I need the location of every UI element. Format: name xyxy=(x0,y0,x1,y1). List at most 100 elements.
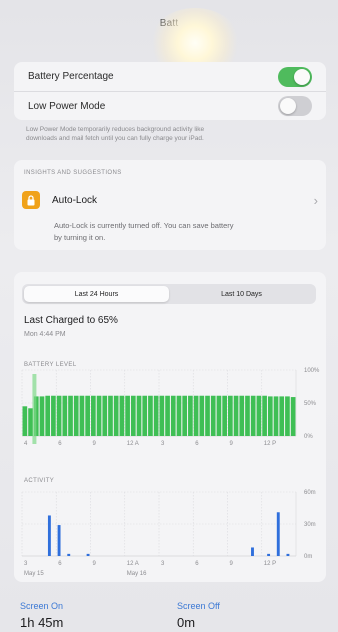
battery-level-bar xyxy=(165,395,170,436)
battery-level-bar xyxy=(125,395,130,436)
battery-level-bar xyxy=(108,395,113,436)
activity-bar xyxy=(267,553,271,556)
x-tick-label: 3 xyxy=(161,441,165,447)
battery-percentage-toggle[interactable] xyxy=(278,66,312,87)
battery-level-bar xyxy=(210,395,216,436)
activity-chart: 60m 30m 0m 3 6 9 12 A 3 6 9 12 P May 15 May 16 xyxy=(21,490,316,577)
battery-level-bar xyxy=(142,395,148,436)
toggle-knob xyxy=(280,98,296,114)
screen-off-value: 0m xyxy=(177,615,196,630)
x-tick-label: 12 P xyxy=(264,441,276,447)
y-tick-label: 50% xyxy=(304,401,317,407)
x-tick-label: 9 xyxy=(230,561,234,567)
battery-percentage-label: Battery Percentage xyxy=(28,71,114,82)
chevron-right-icon: › xyxy=(313,192,318,208)
battery-level-bar xyxy=(148,395,153,436)
battery-level-bar xyxy=(68,395,73,436)
battery-level-bar xyxy=(51,395,56,436)
activity-bar xyxy=(57,525,61,556)
insights-header: INSIGHTS AND SUGGESTIONS xyxy=(24,170,122,176)
battery-level-bar xyxy=(176,395,182,436)
battery-level-bar xyxy=(39,396,45,436)
tab-last-10-days[interactable]: Last 10 Days xyxy=(169,286,314,302)
battery-percentage-row[interactable]: Battery Percentage xyxy=(14,62,326,91)
autolock-row[interactable]: Auto-Lock › xyxy=(22,189,318,211)
battery-level-bar xyxy=(79,395,85,436)
last-charged-title: Last Charged to 65% xyxy=(24,315,118,326)
battery-settings-screen: Batt Battery Percentage Low Power Mode L… xyxy=(0,0,338,632)
x-tick-label: 6 xyxy=(58,561,62,567)
y-tick-label: 0m xyxy=(304,554,312,560)
battery-level-bar xyxy=(290,397,296,436)
battery-level-bar xyxy=(199,395,205,436)
battery-level-bar xyxy=(273,396,279,436)
x-tick-label: 12 P xyxy=(264,561,276,567)
low-power-mode-label: Low Power Mode xyxy=(28,100,106,112)
low-power-footnote: Low Power Mode temporarily reduces backg… xyxy=(26,125,316,143)
x-tick-label: 9 xyxy=(93,441,97,447)
activity-bar xyxy=(47,515,51,556)
battery-level-bar xyxy=(279,396,285,436)
battery-level-bar xyxy=(91,395,96,436)
x-tick-label: 6 xyxy=(195,441,199,447)
x-tick-label: 9 xyxy=(230,441,234,447)
y-tick-label: 30m xyxy=(304,522,316,528)
date-label: May 16 xyxy=(127,571,147,577)
battery-level-bar xyxy=(170,395,176,436)
time-range-segmented-control[interactable]: Last 24 Hours Last 10 Days xyxy=(22,284,316,304)
battery-level-bar xyxy=(205,395,210,436)
screen-off-label: Screen Off xyxy=(177,601,220,611)
battery-level-bar xyxy=(85,395,90,436)
autolock-label: Auto-Lock xyxy=(52,194,98,206)
battery-level-bar xyxy=(159,395,165,436)
battery-level-bar xyxy=(256,395,262,436)
low-power-note-line1: Low Power Mode temporarily reduces backg… xyxy=(26,126,205,133)
y-tick-label: 60m xyxy=(304,490,316,496)
low-power-note-line2: downloads and mail fetch until you can f… xyxy=(26,135,204,142)
battery-level-bar xyxy=(285,396,290,436)
x-tick-label: 12 A xyxy=(127,441,139,447)
activity-bar xyxy=(286,553,290,556)
low-power-mode-row[interactable]: Low Power Mode xyxy=(14,91,326,120)
insights-group: INSIGHTS AND SUGGESTIONS Auto-Lock › Aut… xyxy=(14,160,326,250)
battery-level-bar xyxy=(239,395,245,436)
charging-indicator-bar xyxy=(32,374,37,444)
battery-level-bar xyxy=(130,395,136,436)
battery-level-bar xyxy=(153,395,159,436)
x-tick-label: 12 A xyxy=(127,561,139,567)
battery-level-bar xyxy=(182,395,188,436)
tab-last-24-hours[interactable]: Last 24 Hours xyxy=(24,286,169,302)
y-tick-label: 0% xyxy=(304,434,313,440)
battery-level-bar xyxy=(216,395,222,436)
last-charged-time: Mon 4:44 PM xyxy=(24,331,66,338)
battery-level-bar xyxy=(233,395,239,436)
activity-bar xyxy=(86,553,90,556)
battery-level-bar xyxy=(56,395,62,436)
battery-level-bar xyxy=(228,395,233,436)
date-label: May 15 xyxy=(24,571,44,577)
autolock-suggestion: Auto-Lock is currently turned off. You c… xyxy=(54,220,234,244)
x-tick-label: 9 xyxy=(93,561,97,567)
lock-icon xyxy=(22,191,40,209)
battery-toggles-group: Battery Percentage Low Power Mode xyxy=(14,62,326,120)
autolock-note-line1: Auto-Lock is currently turned off. You c… xyxy=(54,221,234,230)
x-tick-label: 3 xyxy=(161,561,165,567)
activity-bar xyxy=(276,512,280,556)
battery-level-chart: 100% 50% 0% 4 6 9 12 A 3 6 9 12 P xyxy=(21,368,320,447)
activity-bar xyxy=(67,553,71,556)
battery-level-bar xyxy=(113,395,119,436)
screen-on-value: 1h 45m xyxy=(20,615,64,630)
battery-level-bar xyxy=(193,395,199,436)
screen-on-label: Screen On xyxy=(20,601,64,611)
autolock-note-line2: by turning it on. xyxy=(54,233,106,242)
low-power-mode-toggle[interactable] xyxy=(278,96,312,116)
battery-level-bar xyxy=(262,395,267,436)
y-tick-label: 100% xyxy=(304,368,320,374)
battery-level-bar xyxy=(62,395,68,436)
activity-bar xyxy=(251,547,254,556)
battery-level-bar xyxy=(188,395,193,436)
toggle-knob xyxy=(294,68,310,85)
battery-level-bar xyxy=(22,406,28,436)
battery-level-bar xyxy=(136,395,142,436)
battery-level-bar xyxy=(119,395,125,436)
